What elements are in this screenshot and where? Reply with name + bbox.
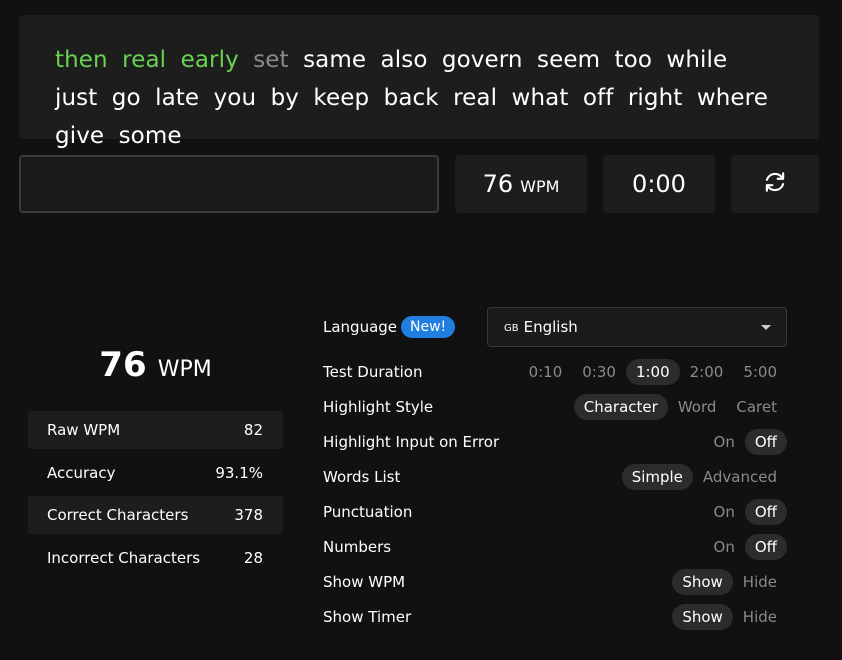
option-on[interactable]: On [704,499,745,525]
word-pending: govern [441,47,523,73]
restart-button[interactable] [731,155,819,213]
setting-show-wpm: Show WPM Show Hide [323,569,787,595]
option-0-10[interactable]: 0:10 [519,359,573,385]
new-badge: New! [401,316,456,338]
word-pending: just [55,85,98,111]
stat-label: Correct Characters [47,506,189,524]
option-off[interactable]: Off [744,429,787,455]
setting-show-timer: Show Timer Show Hide [323,604,787,630]
setting-label: Test Duration [323,363,423,381]
refresh-icon [762,169,788,199]
chevron-down-icon [761,325,771,330]
option-5-00[interactable]: 5:00 [733,359,787,385]
word-pending: back [383,85,439,111]
setting-label: Numbers [323,538,392,556]
setting-test-duration: Test Duration 0:10 0:30 1:00 2:00 5:00 [323,359,787,385]
stat-value: 378 [234,506,263,524]
stat-row-incorrect-characters: Incorrect Characters 28 [28,539,283,577]
setting-options: Simple Advanced [621,464,787,490]
language-select[interactable]: GB English [487,307,787,347]
setting-label: Show Timer [323,608,412,626]
stat-label: Raw WPM [47,421,121,439]
stat-value: 82 [243,421,263,439]
stat-label: Incorrect Characters [47,548,201,567]
word-pending: where [696,85,768,111]
option-simple[interactable]: Simple [621,464,693,490]
option-off[interactable]: Off [744,499,787,525]
option-advanced[interactable]: Advanced [693,464,787,490]
setting-highlight-input-on-error: Highlight Input on Error On Off [323,429,787,455]
typing-text-panel: then real early set same also govern see… [19,15,819,149]
option-hide[interactable]: Hide [733,604,787,630]
setting-label: Show WPM [323,573,406,591]
stat-row-accuracy: Accuracy 93.1% [28,454,283,492]
language-setting: Language New! GB English [323,307,787,347]
stat-value: 93.1% [215,463,263,482]
word-pending: by [270,85,299,111]
timer-display: 0:00 [603,155,715,213]
setting-options: Character Word Caret [573,394,787,420]
setting-label: Highlight Style [323,398,434,416]
option-2-00[interactable]: 2:00 [680,359,734,385]
option-on[interactable]: On [704,429,745,455]
setting-options: On Off [704,429,787,455]
option-word[interactable]: Word [668,394,727,420]
option-hide[interactable]: Hide [733,569,787,595]
stat-value: 28 [243,548,263,567]
live-wpm-unit: WPM [520,176,560,196]
result-wpm-value: 76 [99,345,147,385]
result-wpm-unit: WPM [157,357,212,382]
word-pending: real [453,85,498,111]
word-pending: too [614,47,652,73]
stat-row-raw-wpm: Raw WPM 82 [28,411,283,449]
setting-options: Show Hide [672,604,787,630]
word-pending: also [380,47,428,73]
setting-numbers: Numbers On Off [323,534,787,560]
setting-highlight-style: Highlight Style Character Word Caret [323,394,787,420]
option-1-00[interactable]: 1:00 [625,359,680,385]
live-wpm-display: 76 WPM [455,155,587,213]
word-pending: right [627,85,683,111]
gb-flag-icon: GB [504,322,519,334]
setting-options: On Off [704,534,787,560]
word-pending: seem [537,47,601,73]
stat-row-correct-characters: Correct Characters 378 [28,496,283,534]
option-show[interactable]: Show [672,569,733,595]
option-character[interactable]: Character [573,394,668,420]
typing-input[interactable] [19,155,439,213]
word-done: then [55,47,108,73]
option-caret[interactable]: Caret [726,394,787,420]
word-pending: what [511,85,569,111]
setting-punctuation: Punctuation On Off [323,499,787,525]
word-pending: off [582,85,614,111]
setting-label: Punctuation [323,503,413,521]
setting-options: 0:10 0:30 1:00 2:00 5:00 [519,359,787,385]
live-wpm-value: 76 [482,170,514,198]
setting-options: Show Hide [672,569,787,595]
word-pending: late [155,85,200,111]
setting-options: On Off [704,499,787,525]
word-pending: go [111,85,141,111]
setting-label: Highlight Input on Error [323,433,500,451]
word-pending: some [118,123,182,149]
result-wpm: 76 WPM [28,345,283,385]
language-value: English [523,318,578,336]
stats-list: Raw WPM 82 Accuracy 93.1% Correct Characters… [28,411,283,581]
stat-label: Accuracy [47,463,116,482]
language-label: Language [323,318,398,336]
word-pending: same [303,47,367,73]
setting-words-list: Words List Simple Advanced [323,464,787,490]
word-done: early [180,47,239,73]
option-0-30[interactable]: 0:30 [572,359,626,385]
word-pending: while [666,47,728,73]
word-pending: give [55,123,105,149]
word-pending: you [213,85,257,111]
setting-label: Words List [323,468,401,486]
option-show[interactable]: Show [672,604,733,630]
word-pending: keep [313,85,370,111]
word-current: set [253,47,289,73]
word-done: real [122,47,167,73]
option-off[interactable]: Off [744,534,787,560]
option-on[interactable]: On [704,534,745,560]
